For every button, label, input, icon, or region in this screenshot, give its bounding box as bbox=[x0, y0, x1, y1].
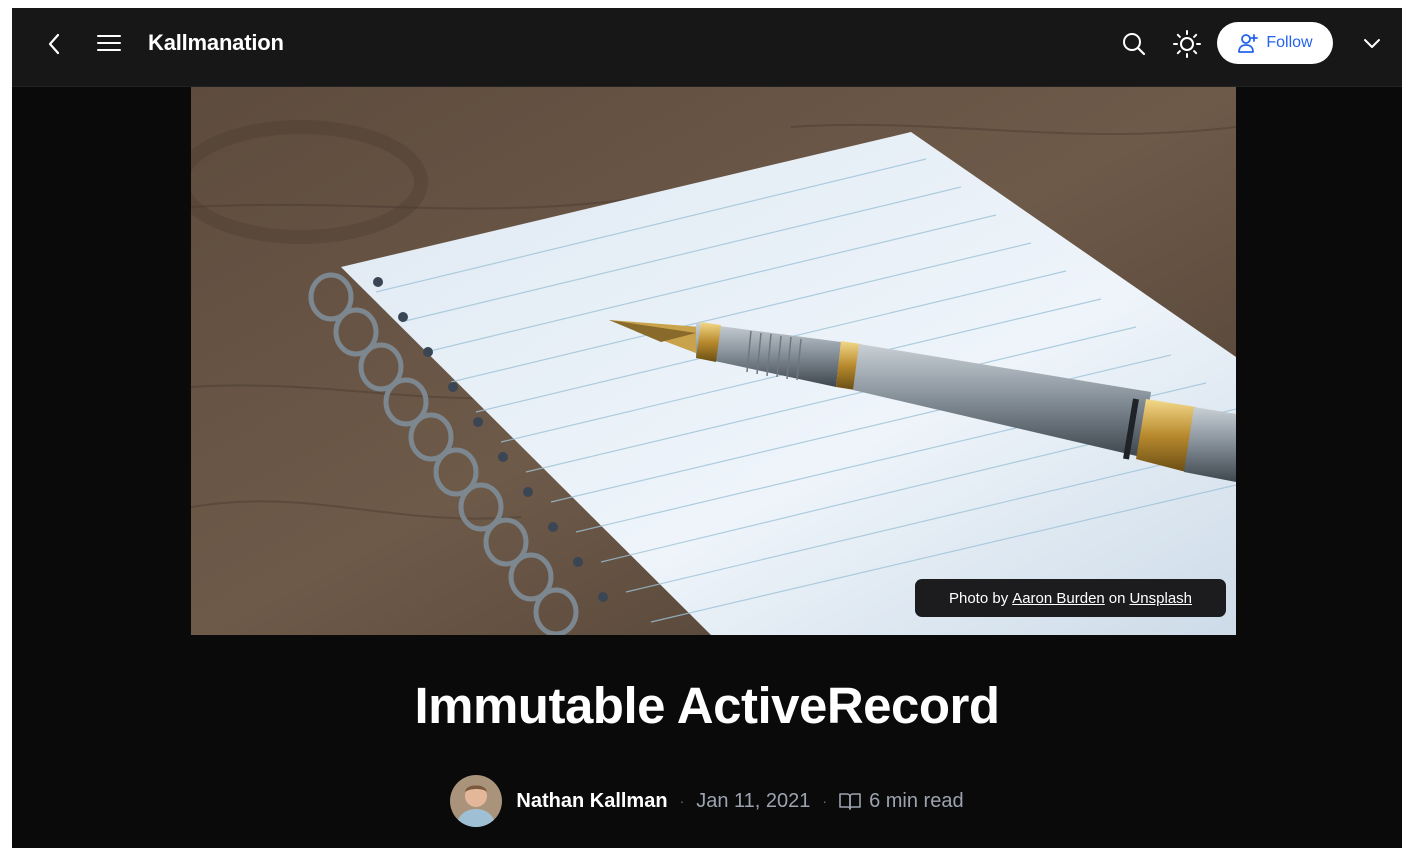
theme-toggle-button[interactable] bbox=[1170, 27, 1204, 61]
article-title: Immutable ActiveRecord bbox=[414, 677, 1000, 734]
follow-button[interactable]: Follow bbox=[1217, 22, 1333, 64]
chevron-left-icon bbox=[48, 33, 60, 55]
top-navigation-bar: Kallmanation Follow bbox=[12, 8, 1402, 87]
author-name[interactable]: Nathan Kallman bbox=[516, 790, 667, 813]
cover-image: Photo by Aaron Burden on Unsplash bbox=[191, 87, 1236, 635]
book-icon bbox=[839, 793, 861, 810]
credit-prefix: Photo by bbox=[948, 589, 1009, 607]
photo-credit: Photo by Aaron Burden on Unsplash bbox=[915, 579, 1226, 617]
chevron-down-icon bbox=[1364, 39, 1380, 48]
photographer-link[interactable]: Aaron Burden bbox=[1012, 590, 1105, 607]
search-icon bbox=[1123, 33, 1146, 56]
meta-separator: · bbox=[679, 793, 685, 809]
menu-button[interactable] bbox=[94, 28, 124, 58]
follow-label: Follow bbox=[1266, 34, 1313, 51]
read-time-label: 6 min read bbox=[869, 789, 964, 812]
read-time: 6 min read bbox=[839, 790, 964, 813]
user-plus-icon bbox=[1238, 34, 1259, 53]
credit-middle: on bbox=[1108, 589, 1126, 607]
sun-icon bbox=[1173, 30, 1201, 58]
search-button[interactable] bbox=[1118, 28, 1150, 60]
back-button[interactable] bbox=[40, 30, 68, 58]
blog-title-link[interactable]: Kallmanation bbox=[148, 30, 284, 56]
more-options-button[interactable] bbox=[1358, 30, 1386, 58]
meta-separator: · bbox=[822, 793, 828, 809]
author-avatar[interactable] bbox=[450, 775, 503, 827]
hamburger-menu-icon bbox=[97, 35, 121, 51]
page-frame: Kallmanation Follow Photo by Aaron Burde… bbox=[12, 8, 1402, 848]
unsplash-link[interactable]: Unsplash bbox=[1129, 590, 1192, 607]
article-meta: Nathan Kallman · Jan 11, 2021 · 6 min re… bbox=[12, 773, 1402, 829]
publish-date: Jan 11, 2021 bbox=[696, 789, 811, 812]
